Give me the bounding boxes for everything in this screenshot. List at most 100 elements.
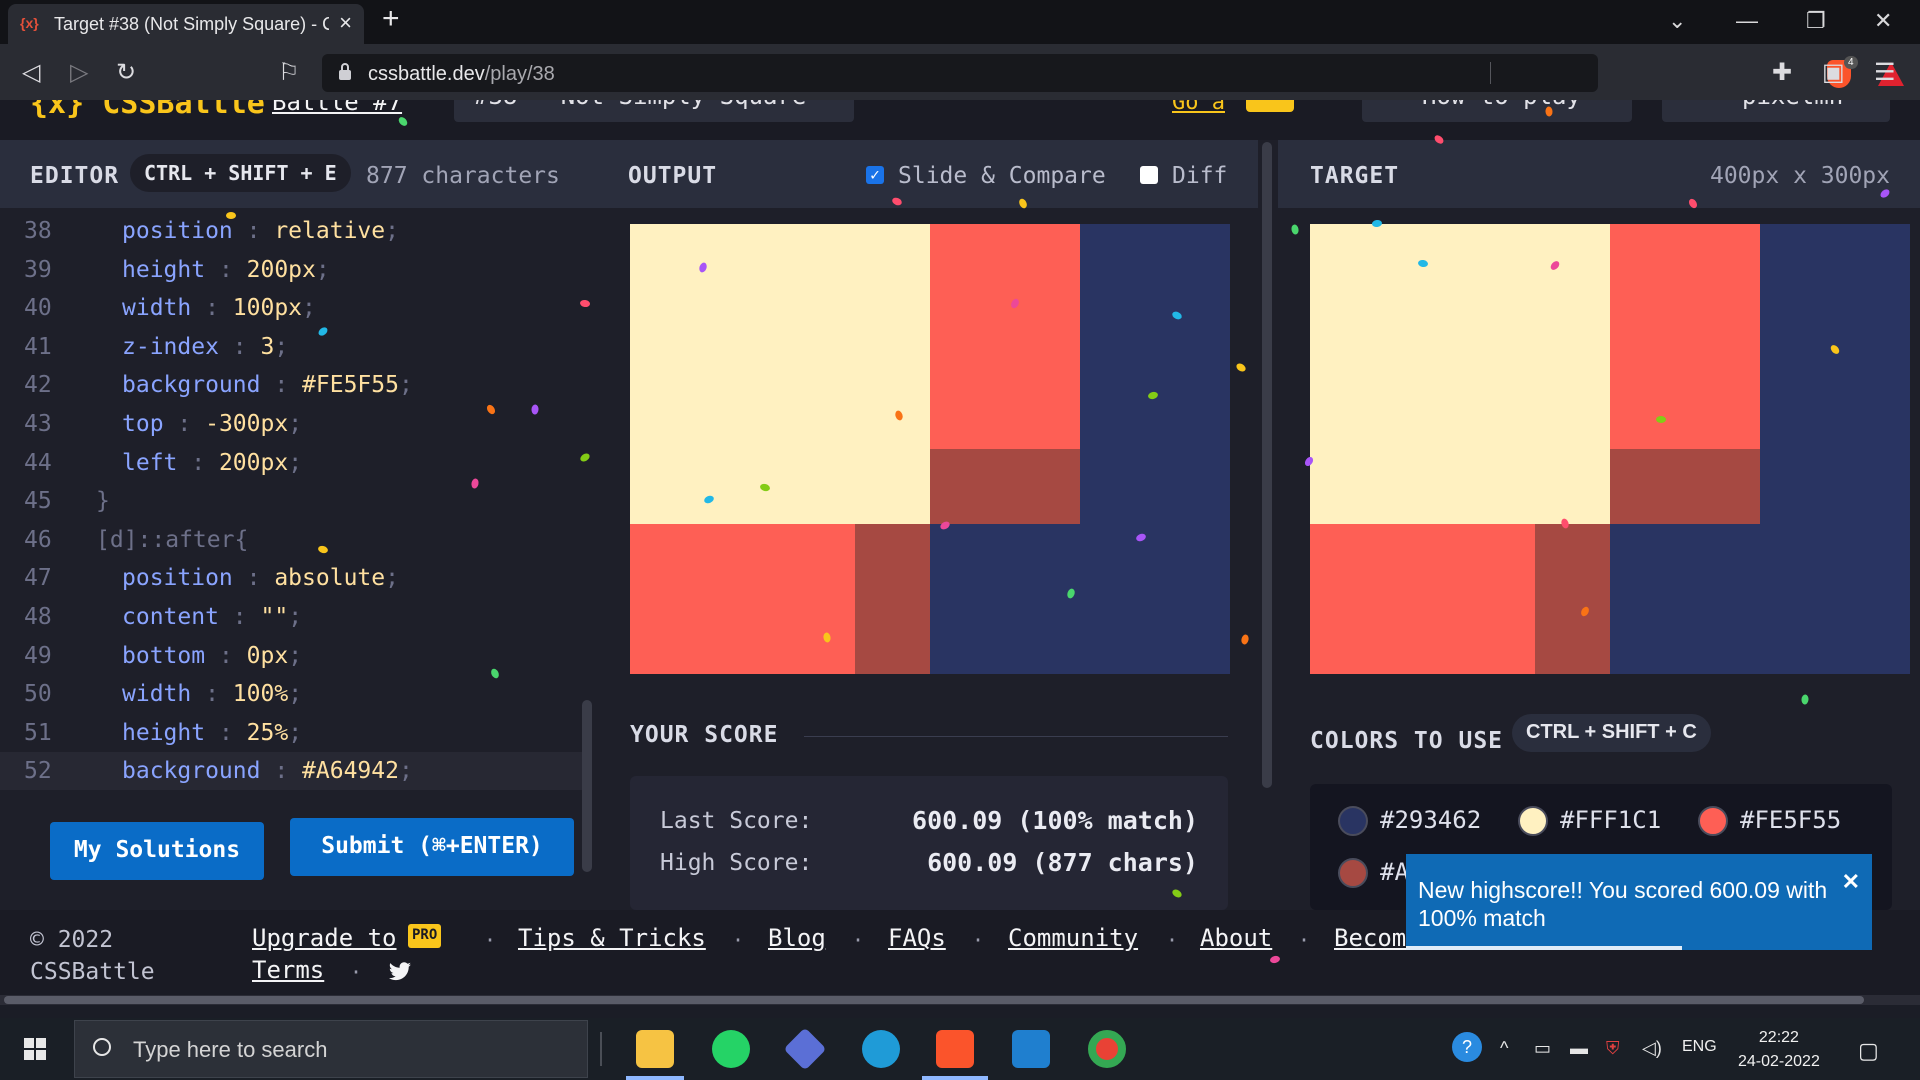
minimize-icon[interactable]: — bbox=[1736, 8, 1758, 34]
file-explorer-icon[interactable] bbox=[636, 1030, 674, 1068]
diff-checkbox[interactable] bbox=[1140, 166, 1158, 184]
diff-label[interactable]: Diff bbox=[1172, 163, 1227, 189]
tips-link[interactable]: Tips & Tricks bbox=[518, 924, 706, 952]
code-semicolon: ; bbox=[288, 719, 303, 746]
new-tab-icon[interactable]: + bbox=[382, 2, 400, 36]
target-select[interactable]: #38 - Not Simply Square bbox=[454, 100, 854, 122]
code-line[interactable]: 45} bbox=[0, 482, 582, 520]
terms-link[interactable]: Terms bbox=[252, 956, 324, 984]
brave-icon[interactable] bbox=[936, 1030, 974, 1068]
clock[interactable]: 22:22 24-02-2022 bbox=[1738, 1026, 1820, 1074]
faqs-link[interactable]: FAQs bbox=[888, 924, 946, 952]
taskbar-search[interactable]: Type here to search bbox=[74, 1020, 588, 1078]
color-swatch[interactable] bbox=[1698, 806, 1728, 836]
back-icon[interactable]: ◁ bbox=[22, 58, 40, 87]
bookmark-icon[interactable]: ⚐ bbox=[278, 58, 300, 87]
extensions-icon[interactable]: ✚ bbox=[1772, 58, 1792, 87]
code-line[interactable]: 40 width : 100px; bbox=[0, 289, 582, 327]
close-tab-icon[interactable]: × bbox=[339, 10, 352, 36]
git-icon[interactable] bbox=[783, 1027, 827, 1071]
community-link[interactable]: Community bbox=[1008, 924, 1138, 952]
my-solutions-button[interactable]: My Solutions bbox=[50, 822, 264, 880]
output-canvas[interactable] bbox=[630, 224, 1230, 674]
code-line[interactable]: 44 left : 200px; bbox=[0, 444, 582, 482]
code-line[interactable]: 50 width : 100%; bbox=[0, 675, 582, 713]
code-line[interactable]: 51 height : 25%; bbox=[0, 714, 582, 752]
code-colon: : bbox=[232, 565, 275, 592]
become-link[interactable]: Becom bbox=[1334, 924, 1406, 952]
color-swatch[interactable] bbox=[1338, 858, 1368, 888]
site-logo[interactable]: {x} CSSBattle bbox=[30, 100, 265, 121]
color-swatch[interactable] bbox=[1338, 806, 1368, 836]
taskbar-divider bbox=[600, 1032, 602, 1066]
editor-scrollbar[interactable] bbox=[582, 700, 592, 872]
color-hex[interactable]: #FE5F55 bbox=[1740, 806, 1841, 834]
editor-title: EDITOR bbox=[30, 163, 120, 189]
page-scrollbar[interactable] bbox=[1262, 142, 1272, 788]
chrome-icon[interactable] bbox=[1088, 1030, 1126, 1068]
tab-search-icon[interactable]: ⌄ bbox=[1668, 8, 1686, 34]
line-text: position : relative; bbox=[122, 218, 399, 244]
code-line[interactable]: 46 [d]::after{ bbox=[0, 521, 582, 559]
language-indicator[interactable]: ENG bbox=[1682, 1038, 1717, 1056]
chevron-up-icon[interactable]: ^ bbox=[1500, 1038, 1508, 1059]
code-line[interactable]: 41 z-index : 3; bbox=[0, 328, 582, 366]
target-header: TARGET 400px x 300px bbox=[1278, 140, 1920, 208]
whatsapp-icon[interactable] bbox=[712, 1030, 750, 1068]
color-hex[interactable]: #FFF1C1 bbox=[1560, 806, 1661, 834]
notifications-icon[interactable]: ▢ bbox=[1858, 1038, 1879, 1064]
code-line[interactable]: 48 content : ""; bbox=[0, 598, 582, 636]
slide-compare-checkbox[interactable]: ✓ bbox=[866, 166, 884, 184]
security-icon[interactable]: ⛨ bbox=[1606, 1038, 1620, 1059]
about-link[interactable]: About bbox=[1200, 924, 1272, 952]
horizontal-scroll-thumb[interactable] bbox=[4, 996, 1864, 1004]
battle-link[interactable]: Battle #7 bbox=[272, 100, 402, 116]
how-to-play-button[interactable]: How to play bbox=[1362, 100, 1632, 122]
code-property: bottom bbox=[122, 642, 206, 669]
volume-icon[interactable]: ◁) bbox=[1642, 1038, 1662, 1059]
restore-icon[interactable]: ❐ bbox=[1806, 8, 1826, 34]
code-semicolon: ; bbox=[385, 565, 399, 592]
code-line[interactable]: 42 background : #FE5F55; bbox=[0, 366, 582, 404]
code-line[interactable]: 38 position : relative; bbox=[0, 212, 582, 250]
code-semicolon: ; bbox=[302, 295, 316, 322]
horizontal-scrollbar[interactable] bbox=[0, 995, 1920, 1005]
code-colon: : bbox=[177, 449, 219, 476]
help-icon[interactable]: ? bbox=[1452, 1032, 1482, 1062]
code-value: absolute bbox=[274, 565, 386, 592]
forward-icon[interactable]: ▷ bbox=[70, 58, 88, 87]
submit-button[interactable]: Submit (⌘+ENTER) bbox=[290, 818, 574, 876]
edge-icon[interactable] bbox=[862, 1030, 900, 1068]
network-icon[interactable]: ▭ bbox=[1534, 1038, 1551, 1059]
close-icon[interactable]: ✕ bbox=[1842, 868, 1860, 896]
footer-separator: · bbox=[852, 928, 865, 952]
target-bottom-red-block bbox=[1310, 524, 1535, 674]
code-line[interactable]: 39 height : 200px; bbox=[0, 251, 582, 289]
reload-icon[interactable]: ↻ bbox=[116, 58, 136, 87]
wallet-icon[interactable]: ▣ bbox=[1822, 58, 1845, 87]
blog-link[interactable]: Blog bbox=[768, 924, 826, 952]
code-line[interactable]: 47 position : absolute; bbox=[0, 559, 582, 597]
battery-icon[interactable]: ▬ bbox=[1570, 1038, 1588, 1059]
user-menu[interactable]: pixelmn bbox=[1662, 100, 1890, 122]
browser-tab[interactable]: {x} Target #38 (Not Simply Square) - CSS… bbox=[8, 4, 364, 44]
vscode-icon[interactable] bbox=[1012, 1030, 1050, 1068]
color-swatch[interactable] bbox=[1518, 806, 1548, 836]
clock-time: 22:22 bbox=[1758, 1029, 1799, 1046]
upgrade-link[interactable]: Upgrade to bbox=[252, 924, 397, 952]
line-text: background : #A64942; bbox=[122, 758, 413, 784]
code-colon: : bbox=[163, 411, 206, 437]
slide-compare-label[interactable]: Slide & Compare bbox=[898, 163, 1106, 189]
active-indicator bbox=[626, 1076, 684, 1080]
color-hex[interactable]: #293462 bbox=[1380, 806, 1481, 834]
menu-icon[interactable]: ☰ bbox=[1874, 58, 1896, 87]
close-window-icon[interactable]: ✕ bbox=[1874, 8, 1892, 34]
code-property: height bbox=[122, 719, 206, 746]
address-bar[interactable]: cssbattle.dev/play/38 4 bbox=[322, 54, 1904, 92]
header-link[interactable]: Go a bbox=[1172, 100, 1225, 115]
confetti-piece bbox=[1290, 223, 1300, 236]
code-line[interactable]: 52 background : #A64942; bbox=[0, 752, 582, 791]
windows-icon[interactable] bbox=[24, 1038, 46, 1060]
twitter-icon[interactable] bbox=[388, 962, 412, 982]
code-semicolon: ; bbox=[398, 372, 413, 399]
